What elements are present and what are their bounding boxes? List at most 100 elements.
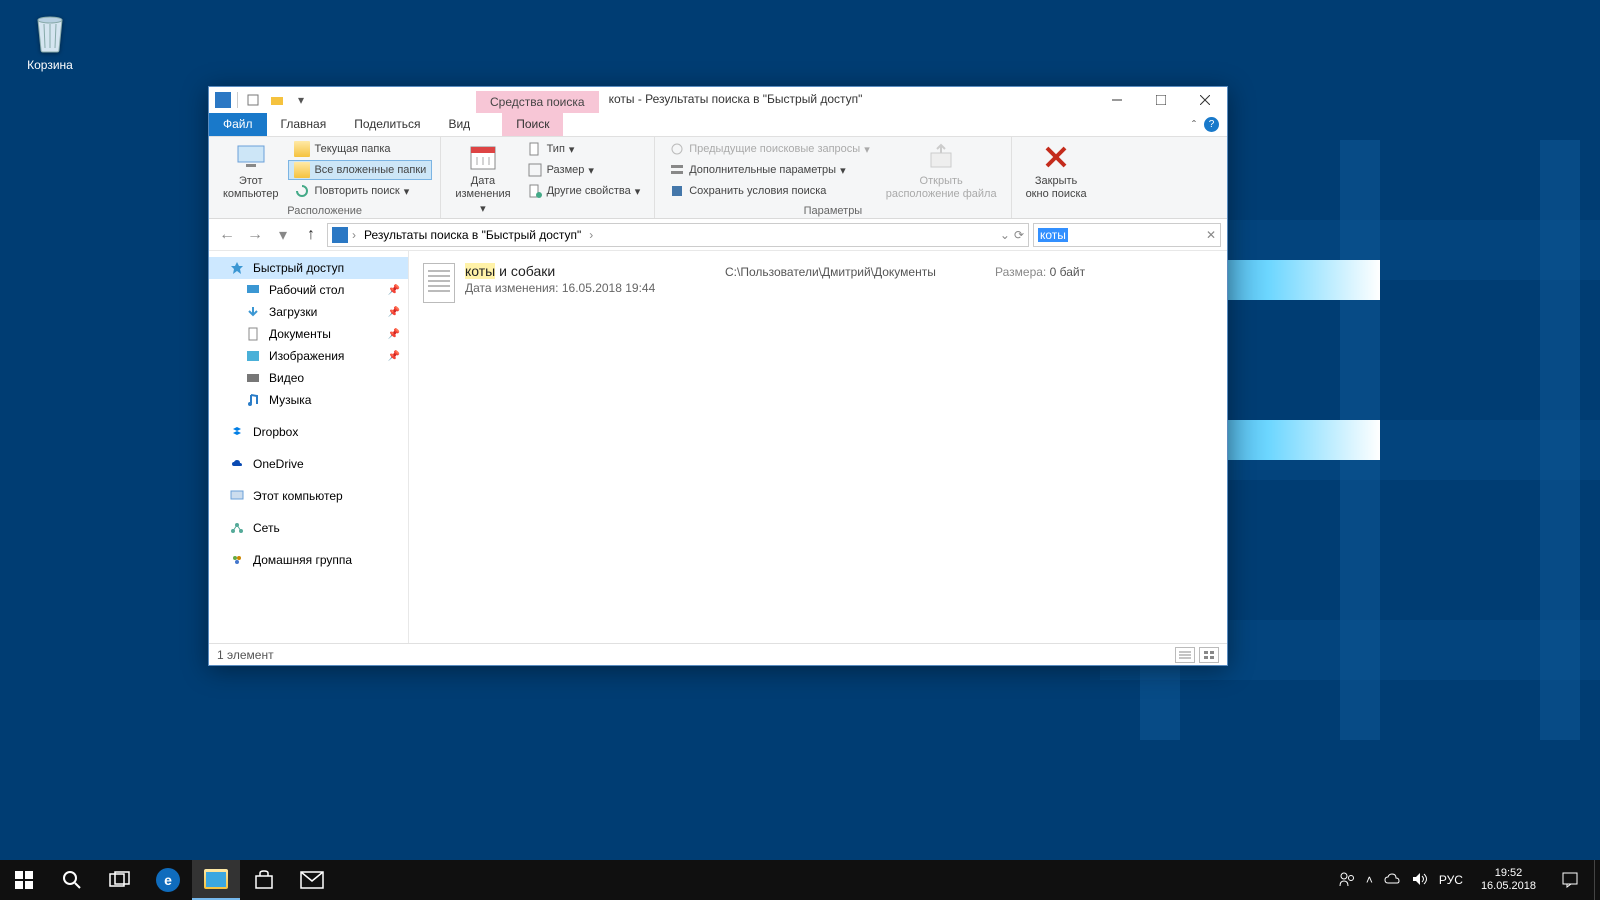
type-button[interactable]: Тип ▾ [521,139,647,159]
recycle-bin[interactable]: Корзина [12,8,88,72]
search-result-item[interactable]: коты и собаки Дата изменения: 16.05.2018… [419,259,1217,307]
download-icon [245,304,261,320]
dropbox-icon [229,424,245,440]
save-search-button[interactable]: Сохранить условия поиска [663,181,876,201]
start-button[interactable] [0,860,48,900]
ribbon-collapse-icon[interactable]: ˆ [1192,118,1196,132]
breadcrumb-segment[interactable]: Результаты поиска в "Быстрый доступ" [360,228,585,242]
people-icon[interactable] [1338,870,1356,891]
search-tools-context-tab: Средства поиска [476,91,599,113]
maximize-button[interactable] [1139,87,1183,113]
tab-home[interactable]: Главная [267,113,341,136]
props-icon [527,183,543,199]
nav-desktop[interactable]: Рабочий стол📌 [209,279,408,301]
current-folder-button[interactable]: Текущая папка [288,139,432,159]
pin-icon: 📌 [388,329,400,340]
qat-properties-icon[interactable] [244,91,262,109]
recycle-bin-label: Корзина [12,58,88,72]
trash-icon [30,8,70,56]
results-pane[interactable]: коты и собаки Дата изменения: 16.05.2018… [409,251,1227,643]
result-size: Размера: 0 байт [995,263,1085,279]
tab-share[interactable]: Поделиться [340,113,434,136]
mail-button[interactable] [288,860,336,900]
all-subfolders-button[interactable]: Все вложенные папки [288,160,432,180]
pin-icon: 📌 [388,285,400,296]
onedrive-tray-icon[interactable] [1383,872,1401,889]
network-icon [229,520,245,536]
app-icon [215,92,231,108]
nav-up-button[interactable]: ↑ [299,223,323,247]
edge-button[interactable]: e [144,860,192,900]
cloud-icon [229,456,245,472]
close-button[interactable] [1183,87,1227,113]
folder-icon [204,869,228,889]
tab-search[interactable]: Поиск [502,113,563,136]
nav-onedrive[interactable]: OneDrive [209,453,408,475]
task-view-button[interactable] [96,860,144,900]
refresh-icon[interactable]: ⟳ [1014,228,1024,242]
nav-network[interactable]: Сеть [209,517,408,539]
advanced-options-button[interactable]: Дополнительные параметры ▾ [663,160,876,180]
other-props-button[interactable]: Другие свойства ▾ [521,181,647,201]
video-icon [245,370,261,386]
nav-documents[interactable]: Документы📌 [209,323,408,345]
ribbon: Этот компьютер Текущая папка Все вложенн… [209,137,1227,219]
nav-downloads[interactable]: Загрузки📌 [209,301,408,323]
music-icon [245,392,261,408]
nav-forward-button[interactable]: → [243,223,267,247]
address-bar[interactable]: › Результаты поиска в "Быстрый доступ" ›… [327,223,1029,247]
close-x-icon [1040,141,1072,173]
qat-customize-icon[interactable]: ▾ [292,91,310,109]
refresh-icon [294,183,310,199]
navigation-pane: Быстрый доступ Рабочий стол📌 Загрузки📌 Д… [209,251,409,643]
clear-search-icon[interactable]: ✕ [1206,228,1216,242]
history-icon [669,141,685,157]
search-input[interactable]: коты ✕ [1033,223,1221,247]
store-button[interactable] [240,860,288,900]
show-desktop-button[interactable] [1594,860,1600,900]
titlebar[interactable]: ▾ Средства поиска коты - Результаты поис… [209,87,1227,113]
options-icon [669,162,685,178]
help-icon[interactable]: ? [1204,117,1219,132]
large-icons-view-button[interactable] [1199,647,1219,663]
details-view-button[interactable] [1175,647,1195,663]
file-menu[interactable]: Файл [209,113,267,136]
explorer-button[interactable] [192,860,240,900]
action-center-button[interactable] [1546,860,1594,900]
nav-quick-access[interactable]: Быстрый доступ [209,257,408,279]
search-again-button[interactable]: Повторить поиск ▾ [288,181,432,201]
minimize-button[interactable] [1095,87,1139,113]
search-button[interactable] [48,860,96,900]
nav-dropbox[interactable]: Dropbox [209,421,408,443]
volume-icon[interactable] [1411,871,1429,890]
size-button[interactable]: Размер ▾ [521,160,647,180]
statusbar: 1 элемент [209,643,1227,665]
date-modified-button[interactable]: Дата изменения ▾ [449,139,516,219]
open-folder-icon [925,141,957,173]
nav-homegroup[interactable]: Домашняя группа [209,549,408,571]
address-dropdown-icon[interactable]: ⌄ [1000,228,1010,242]
nav-videos[interactable]: Видео [209,367,408,389]
chevron-right-icon[interactable]: › [589,228,593,242]
folder-tree-icon [294,162,310,178]
language-indicator[interactable]: РУС [1439,873,1463,887]
result-filename: коты и собаки [465,263,715,279]
qat-new-folder-icon[interactable] [268,91,286,109]
nav-this-pc[interactable]: Этот компьютер [209,485,408,507]
explorer-window: ▾ Средства поиска коты - Результаты поис… [208,86,1228,666]
nav-back-button[interactable]: ← [215,223,239,247]
clock[interactable]: 19:52 16.05.2018 [1471,867,1546,893]
pictures-icon [245,348,261,364]
nav-music[interactable]: Музыка [209,389,408,411]
this-pc-button[interactable]: Этот компьютер [217,139,284,203]
close-search-button[interactable]: Закрыть окно поиска [1020,139,1093,203]
chevron-right-icon[interactable]: › [352,228,356,242]
tab-view[interactable]: Вид [434,113,484,136]
homegroup-icon [229,552,245,568]
result-modified: Дата изменения: 16.05.2018 19:44 [465,281,715,295]
tray-chevron-icon[interactable]: ˄ [1366,873,1373,887]
nav-pictures[interactable]: Изображения📌 [209,345,408,367]
nav-recent-button[interactable]: ▾ [271,223,295,247]
prev-searches-button[interactable]: Предыдущие поисковые запросы ▾ [663,139,876,159]
result-path: C:\Пользователи\Дмитрий\Документы [725,263,985,279]
